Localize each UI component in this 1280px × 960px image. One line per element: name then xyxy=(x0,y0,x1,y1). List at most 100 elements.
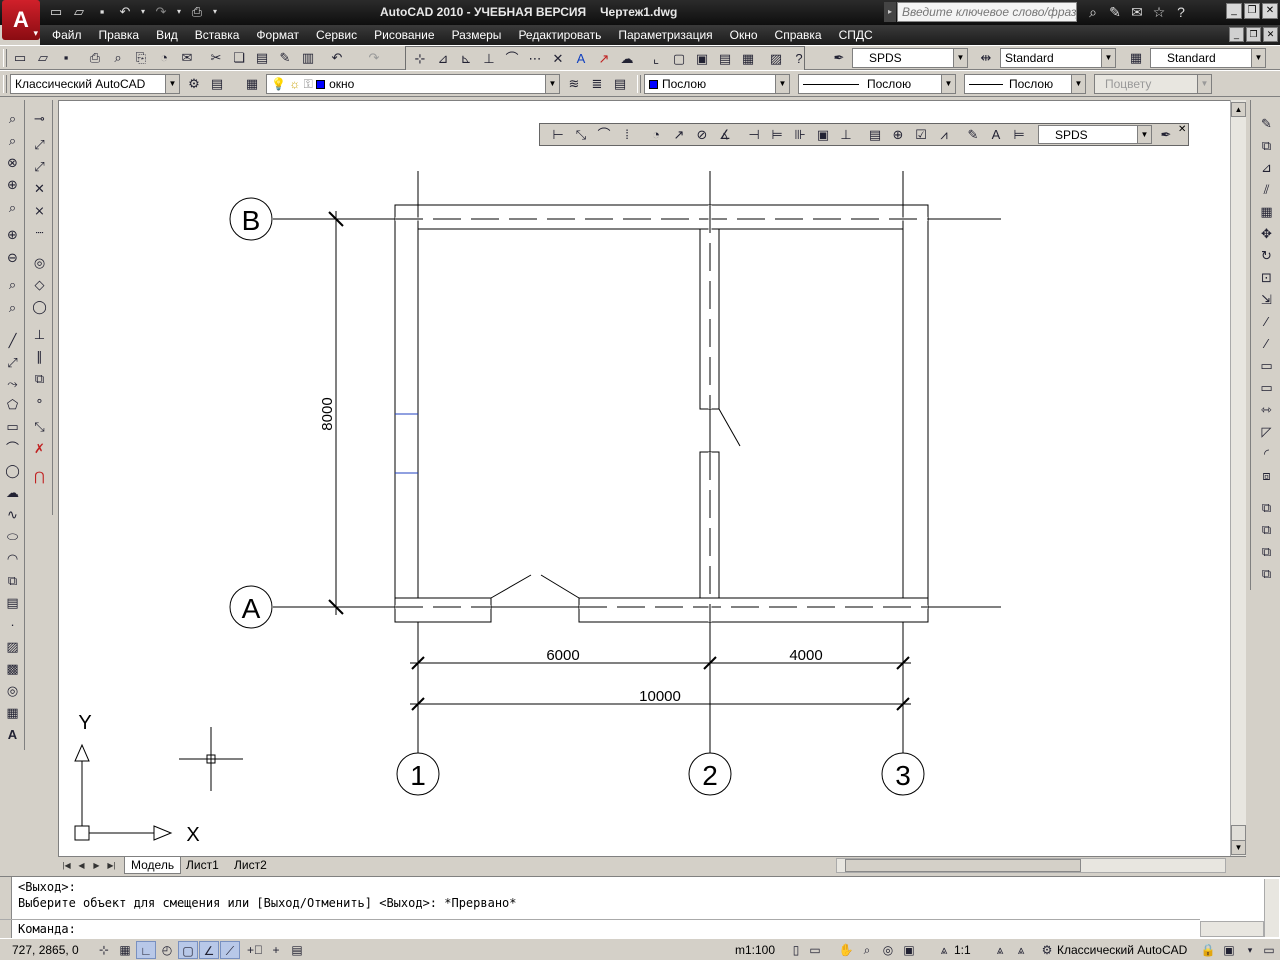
3d-dwf-icon[interactable]: ◔ xyxy=(154,48,174,68)
dim-style-icon[interactable]: ⇹ xyxy=(976,48,996,68)
annotation-scale-value[interactable]: 1:1 xyxy=(954,943,971,957)
snap-endpoint-icon[interactable]: ⤢ xyxy=(29,135,50,155)
fillet-icon[interactable]: ◜ xyxy=(1256,444,1277,464)
tab-first-icon[interactable]: |◀ xyxy=(60,858,73,873)
plot-icon[interactable]: ⎙ xyxy=(85,48,105,68)
zoom-previous-icon[interactable]: ⌕ xyxy=(2,131,23,151)
menu-view[interactable]: Вид xyxy=(156,28,178,42)
model-space-icon[interactable]: ▯ xyxy=(786,941,806,959)
linetype-select[interactable]: Послою ▼ xyxy=(798,74,956,94)
dim-diameter-icon[interactable]: ⊘ xyxy=(692,125,712,145)
tab-layout2[interactable]: Лист2 xyxy=(228,857,273,874)
region-icon[interactable]: ◎ xyxy=(2,681,23,701)
redo-icon[interactable]: ↷ xyxy=(364,48,384,68)
command-scrollbar[interactable] xyxy=(1264,879,1279,937)
otrack-icon[interactable]: ∠ xyxy=(199,941,219,959)
layer-select[interactable]: 💡 ☼ ⚿ окно ▼ xyxy=(266,74,560,94)
snap-quadrant-icon[interactable]: ◇ xyxy=(29,275,50,295)
copy-object-icon[interactable]: ⧉ xyxy=(1256,136,1277,156)
layout-icon[interactable]: ▣ xyxy=(692,49,712,69)
point-icon[interactable]: · xyxy=(2,615,23,635)
break-icon[interactable]: ▭ xyxy=(1256,378,1277,398)
center-mark-icon[interactable]: ⊕ xyxy=(888,125,908,145)
stretch-icon[interactable]: ⇲ xyxy=(1256,290,1277,310)
snap-midpoint-icon[interactable]: ⤢ xyxy=(29,157,50,177)
chamfer-icon[interactable]: ◸ xyxy=(1256,422,1277,442)
apparent-int-icon[interactable]: ✕ xyxy=(548,49,568,69)
doc-minimize-icon[interactable]: _ xyxy=(1229,27,1244,42)
rectangle-icon[interactable]: ▭ xyxy=(2,417,23,437)
dim-toolbar-style-select[interactable]: SPDS ▼ xyxy=(1038,125,1152,144)
layer-previous-icon[interactable]: ≣ xyxy=(587,74,607,94)
command-hscroll[interactable] xyxy=(1200,921,1264,937)
paste-icon[interactable]: ▤ xyxy=(252,48,272,68)
pan-icon[interactable]: ✋ xyxy=(836,941,856,959)
dim-break-icon[interactable]: ⊥ xyxy=(836,125,856,145)
redo-dropdown-icon[interactable]: ▾ xyxy=(174,3,184,21)
dim-radius-icon[interactable]: ◔ xyxy=(646,125,666,145)
menu-parametric[interactable]: Параметризация xyxy=(618,28,712,42)
menu-dimension[interactable]: Размеры xyxy=(452,28,502,42)
communication-center-icon[interactable]: ✉ xyxy=(1126,3,1148,21)
dim-aligned-icon[interactable]: ⤡ xyxy=(571,125,591,145)
circle-icon[interactable]: ◯ xyxy=(2,461,23,481)
offset-icon[interactable]: ⫽ xyxy=(1256,180,1277,200)
tolerance-icon[interactable]: ▤ xyxy=(865,125,885,145)
menu-help[interactable]: Справка xyxy=(775,28,822,42)
array-icon[interactable]: ▦ xyxy=(1256,202,1277,222)
inspection-icon[interactable]: ☑ xyxy=(911,125,931,145)
hardware-acceleration-icon[interactable]: ▣ xyxy=(1219,941,1239,959)
dim-continue-icon[interactable]: ⊪ xyxy=(790,125,810,145)
toolbar-lock-icon[interactable]: 🔒 xyxy=(1198,941,1218,959)
command-prompt[interactable]: Команда: xyxy=(18,922,76,936)
application-menu-button[interactable]: A ▾ xyxy=(2,0,40,40)
spline-icon[interactable]: ∿ xyxy=(2,505,23,525)
snap-none-icon[interactable]: ✗ xyxy=(29,439,50,459)
cut-icon[interactable]: ✂ xyxy=(206,48,226,68)
zoom-window-icon[interactable]: ▢ xyxy=(669,49,689,69)
zoom-realtime-icon[interactable]: ⌕ xyxy=(2,109,23,129)
snap-tangent-icon[interactable]: ◯ xyxy=(29,297,50,317)
arc-icon[interactable]: ⌒ xyxy=(2,439,23,459)
text-style-select[interactable]: SPDS ▼ xyxy=(852,48,968,68)
binoculars-icon[interactable]: ⌕ xyxy=(1082,3,1104,21)
save-icon[interactable]: ▪ xyxy=(92,3,112,21)
dim-ordinate-icon[interactable]: ⁞ xyxy=(617,125,637,145)
nearest-icon[interactable]: ⋯ xyxy=(525,49,545,69)
vertical-scrollbar[interactable]: ▲ ▼ xyxy=(1230,100,1246,856)
workspace-settings-gear-icon[interactable]: ⚙ xyxy=(184,74,204,94)
layout-view-icon[interactable]: ▭ xyxy=(805,941,825,959)
subscription-key-icon[interactable]: ✎ xyxy=(1104,3,1126,21)
zoom-icon[interactable]: ⌕ xyxy=(857,941,877,959)
block-editor-icon[interactable]: ▥ xyxy=(298,48,318,68)
layer-state-icon[interactable]: ▤ xyxy=(610,74,630,94)
showmotion-icon[interactable]: ▣ xyxy=(899,941,919,959)
snap-parallel-icon[interactable]: ∥ xyxy=(29,347,50,367)
toolbar-grip[interactable] xyxy=(3,75,7,93)
perpendicular-icon[interactable]: ⊥ xyxy=(479,49,499,69)
revcloud-icon[interactable]: ☁ xyxy=(2,483,23,503)
send-under-icon[interactable]: ⧉ xyxy=(1256,564,1277,584)
redo-icon[interactable]: ↷ xyxy=(151,3,171,21)
dim-baseline-icon[interactable]: ⊨ xyxy=(767,125,787,145)
move-icon[interactable]: ✥ xyxy=(1256,224,1277,244)
snap-insert-icon[interactable]: ⧉ xyxy=(29,369,50,389)
dim-text-edit-icon[interactable]: A xyxy=(986,125,1006,145)
new-file-icon[interactable]: ▭ xyxy=(46,3,66,21)
zoom-scale-icon[interactable]: ⌕ xyxy=(2,198,23,218)
toolbar-grip[interactable] xyxy=(637,75,641,93)
dim-jogged-icon[interactable]: ↗ xyxy=(669,125,689,145)
polygon-icon[interactable]: ⬠ xyxy=(2,395,23,415)
text-icon[interactable]: A xyxy=(571,49,591,69)
scroll-thumb[interactable] xyxy=(1231,825,1246,841)
doc-close-icon[interactable]: ✕ xyxy=(1263,27,1278,42)
menu-file[interactable]: Файл xyxy=(52,28,82,42)
mirror-icon[interactable]: ⊿ xyxy=(1256,158,1277,178)
plot-preview-icon[interactable]: ⌕ xyxy=(108,48,128,68)
scroll-down-icon[interactable]: ▼ xyxy=(1231,840,1246,855)
draw-order-back-icon[interactable]: ⧉ xyxy=(1256,520,1277,540)
viewport-icon[interactable]: ▤ xyxy=(715,49,735,69)
dim-linear-icon[interactable]: ⊢ xyxy=(548,125,568,145)
snap-mode-icon[interactable]: ⊹ xyxy=(94,941,114,959)
tab-prev-icon[interactable]: ◀ xyxy=(75,858,88,873)
